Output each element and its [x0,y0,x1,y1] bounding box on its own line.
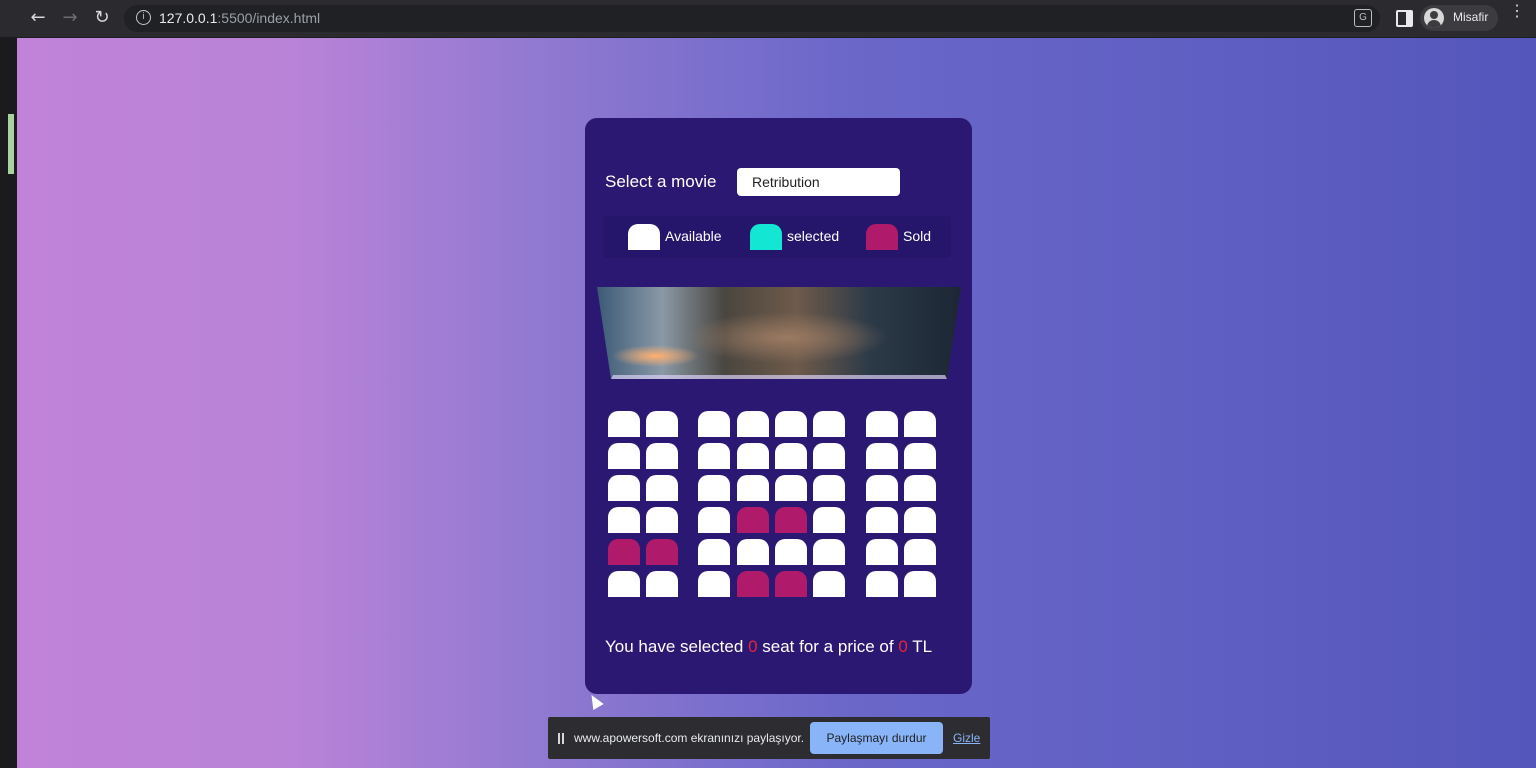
profile-name: Misafir [1453,10,1489,24]
seat-available[interactable] [775,443,807,469]
seat-available[interactable] [813,571,845,597]
seat-sold [608,539,640,565]
arrow-back-icon[interactable]: ← [25,6,51,30]
profile-button[interactable]: Misafir [1420,5,1498,31]
seat-available[interactable] [904,507,936,533]
side-panel-icon[interactable] [1396,10,1413,27]
movie-screen-image [597,287,961,379]
left-edge-strip [0,37,17,768]
seat-sold [775,507,807,533]
site-info-icon[interactable]: i [136,10,151,25]
seat-available[interactable] [775,475,807,501]
seat-available[interactable] [698,475,730,501]
seat-available[interactable] [866,475,898,501]
total-price: 0 [898,637,908,656]
arrow-forward-icon[interactable]: → [57,6,83,30]
seat-available[interactable] [646,507,678,533]
seat-available[interactable] [608,411,640,437]
selected-seat-count: 0 [748,637,758,656]
seat-available[interactable] [698,539,730,565]
seat-available[interactable] [904,571,936,597]
movie-label: Select a movie [605,172,717,191]
seat-available[interactable] [813,539,845,565]
sold-seat-icon [866,224,898,250]
seat-available[interactable] [775,411,807,437]
seat-available[interactable] [698,571,730,597]
seat-available[interactable] [866,507,898,533]
url-text[interactable]: 127.0.0.1:5500/index.html [159,10,320,26]
share-status-text: www.apowersoft.com ekranınızı paylaşıyor… [574,731,805,745]
seat-available[interactable] [737,475,769,501]
seat-available[interactable] [646,443,678,469]
seat-available[interactable] [813,507,845,533]
seat-available[interactable] [698,411,730,437]
seat-available[interactable] [698,443,730,469]
seat-available[interactable] [904,411,936,437]
seat-available[interactable] [866,443,898,469]
seat-available[interactable] [866,571,898,597]
selection-summary: You have selected 0 seat for a price of … [605,637,933,656]
browser-toolbar: ← → ↻ i 127.0.0.1:5500/index.html G Misa… [0,0,1536,38]
translate-icon[interactable]: G [1354,9,1372,27]
seat-sold [737,571,769,597]
screen-share-bar: www.apowersoft.com ekranınızı paylaşıyor… [548,717,990,759]
seat-available[interactable] [813,443,845,469]
seat-available[interactable] [698,507,730,533]
seat-available[interactable] [608,443,640,469]
address-bar[interactable]: i 127.0.0.1:5500/index.html [124,5,1380,32]
seat-available[interactable] [813,475,845,501]
seat-available[interactable] [775,539,807,565]
seat-available[interactable] [737,443,769,469]
seat-available[interactable] [737,539,769,565]
seat-available[interactable] [866,539,898,565]
seat-sold [737,507,769,533]
seat-available[interactable] [608,571,640,597]
seat-sold [646,539,678,565]
seat-available[interactable] [646,571,678,597]
seat-available[interactable] [737,411,769,437]
seat-available[interactable] [904,539,936,565]
seat-sold [775,571,807,597]
reload-icon[interactable]: ↻ [89,6,115,30]
seat-available[interactable] [813,411,845,437]
seat-available[interactable] [866,411,898,437]
hide-link[interactable]: Gizle [953,731,980,745]
avatar-icon [1424,8,1444,28]
menu-dots-icon[interactable]: ⋮ [1509,4,1525,28]
selected-seat-icon [750,224,782,250]
seat-available[interactable] [904,443,936,469]
pause-icon [558,733,564,744]
stop-sharing-button[interactable]: Paylaşmayı durdur [810,722,943,754]
seat-available[interactable] [646,475,678,501]
cinema-container: Select a movie Retribution Available sel… [585,118,972,694]
seat-available[interactable] [608,475,640,501]
movie-select[interactable]: Retribution [737,168,900,196]
seat-available[interactable] [608,507,640,533]
seat-available[interactable] [646,411,678,437]
available-seat-icon [628,224,660,250]
seat-legend: Available selected Sold [603,216,951,258]
seat-available[interactable] [904,475,936,501]
